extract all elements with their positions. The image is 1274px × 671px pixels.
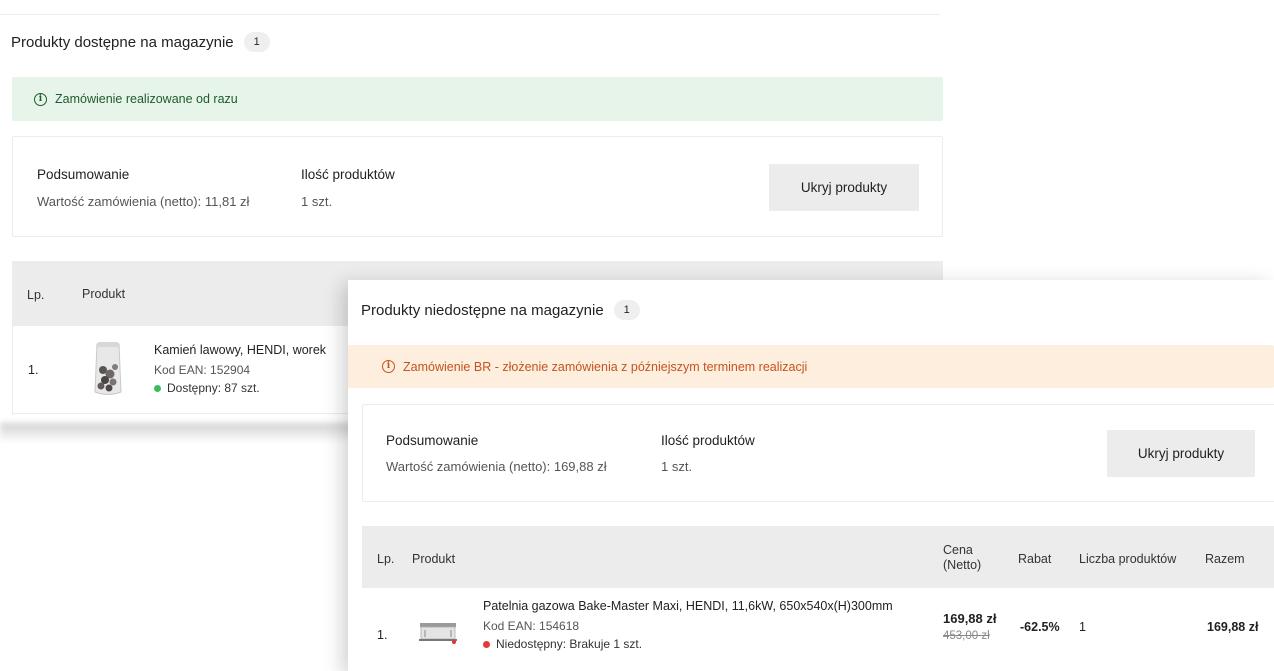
unavailable-dot-icon: [483, 640, 490, 648]
table-row[interactable]: 1. Patelnia gazowa Bake-Master Maxi, HEN…: [362, 588, 1274, 671]
summary-label: Podsumowanie: [37, 167, 130, 182]
status-label: Niedostępny:: [496, 637, 567, 651]
unavailable-alert: i Zamówienie BR - złożenie zamówienia z …: [348, 345, 1274, 388]
product-name[interactable]: Patelnia gazowa Bake-Master Maxi, HENDI,…: [483, 599, 893, 613]
availability-status: Dostępny: 87 szt.: [154, 381, 260, 395]
available-title-text: Produkty dostępne na magazynie: [11, 33, 234, 51]
info-circle-icon: i: [34, 92, 47, 106]
header-total: Razem: [1205, 552, 1245, 566]
discount-value: -62.5%: [1020, 620, 1060, 634]
available-count-badge: 1: [243, 32, 270, 52]
divider: [0, 14, 940, 15]
order-value: Wartość zamówienia (netto): 11,81 zł: [37, 194, 250, 209]
order-value: Wartość zamówienia (netto): 169,88 zł: [386, 459, 607, 474]
available-section-title: Produkty dostępne na magazynie 1: [11, 32, 270, 52]
qty-label: Ilość produktów: [301, 167, 395, 182]
total-value: 169,88 zł: [1207, 620, 1259, 634]
unavailable-products-panel: Produkty niedostępne na magazynie 1 i Za…: [348, 280, 1274, 671]
header-discount: Rabat: [1018, 552, 1052, 566]
available-alert: i Zamówienie realizowane od razu: [12, 77, 943, 121]
product-ean: Kod EAN: 154618: [483, 619, 580, 633]
summary-label: Podsumowanie: [386, 433, 479, 448]
availability-status: Niedostępny: Brakuje 1 szt.: [483, 637, 642, 651]
unavailable-alert-text: Zamówienie BR - złożenie zamówienia z pó…: [403, 359, 808, 374]
header-price-line1: Cena: [943, 543, 973, 557]
price-netto: 169,88 zł: [943, 611, 997, 626]
available-dot-icon: [154, 384, 161, 392]
price-old: 453,00 zł: [943, 630, 990, 642]
available-alert-text: Zamówienie realizowane od razu: [55, 92, 238, 106]
panel-shadow: [0, 423, 360, 443]
gas-griddle-image: [419, 623, 457, 644]
status-label: Dostępny:: [167, 381, 222, 395]
info-circle-icon: i: [382, 360, 395, 373]
hide-products-button[interactable]: Ukryj produkty: [1107, 430, 1255, 477]
qty-label: Ilość produktów: [661, 433, 755, 448]
lava-stone-bag-image: [94, 342, 122, 395]
product-name[interactable]: Kamień lawowy, HENDI, worek: [154, 343, 326, 357]
unavailable-table-header: Lp. Produkt Cena (Netto) Rabat Liczba pr…: [362, 526, 1274, 588]
unavailable-count-badge: 1: [613, 300, 640, 320]
header-price-line2: (Netto): [943, 558, 982, 572]
available-summary-box: Podsumowanie Wartość zamówienia (netto):…: [12, 136, 943, 237]
status-value: Brakuje 1 szt.: [566, 637, 643, 651]
header-price: Cena (Netto): [943, 543, 981, 573]
status-value: 87 szt.: [221, 381, 260, 395]
row-lp: 1.: [28, 363, 39, 377]
qty-value: 1 szt.: [301, 194, 333, 209]
qty-value: 1: [1079, 620, 1086, 634]
header-product: Produkt: [82, 287, 126, 301]
unavailable-title-text: Produkty niedostępne na magazynie: [361, 301, 604, 319]
unavailable-summary-box: Podsumowanie Wartość zamówienia (netto):…: [362, 404, 1274, 502]
header-lp: Lp.: [377, 552, 395, 566]
product-ean: Kod EAN: 152904: [154, 363, 251, 377]
header-lp: Lp.: [27, 288, 45, 302]
unavailable-section-title: Produkty niedostępne na magazynie 1: [361, 300, 640, 320]
header-product: Produkt: [412, 552, 456, 566]
row-lp: 1.: [377, 628, 388, 642]
qty-value: 1 szt.: [661, 459, 693, 474]
hide-products-button[interactable]: Ukryj produkty: [769, 164, 919, 211]
header-qty: Liczba produktów: [1079, 552, 1177, 566]
